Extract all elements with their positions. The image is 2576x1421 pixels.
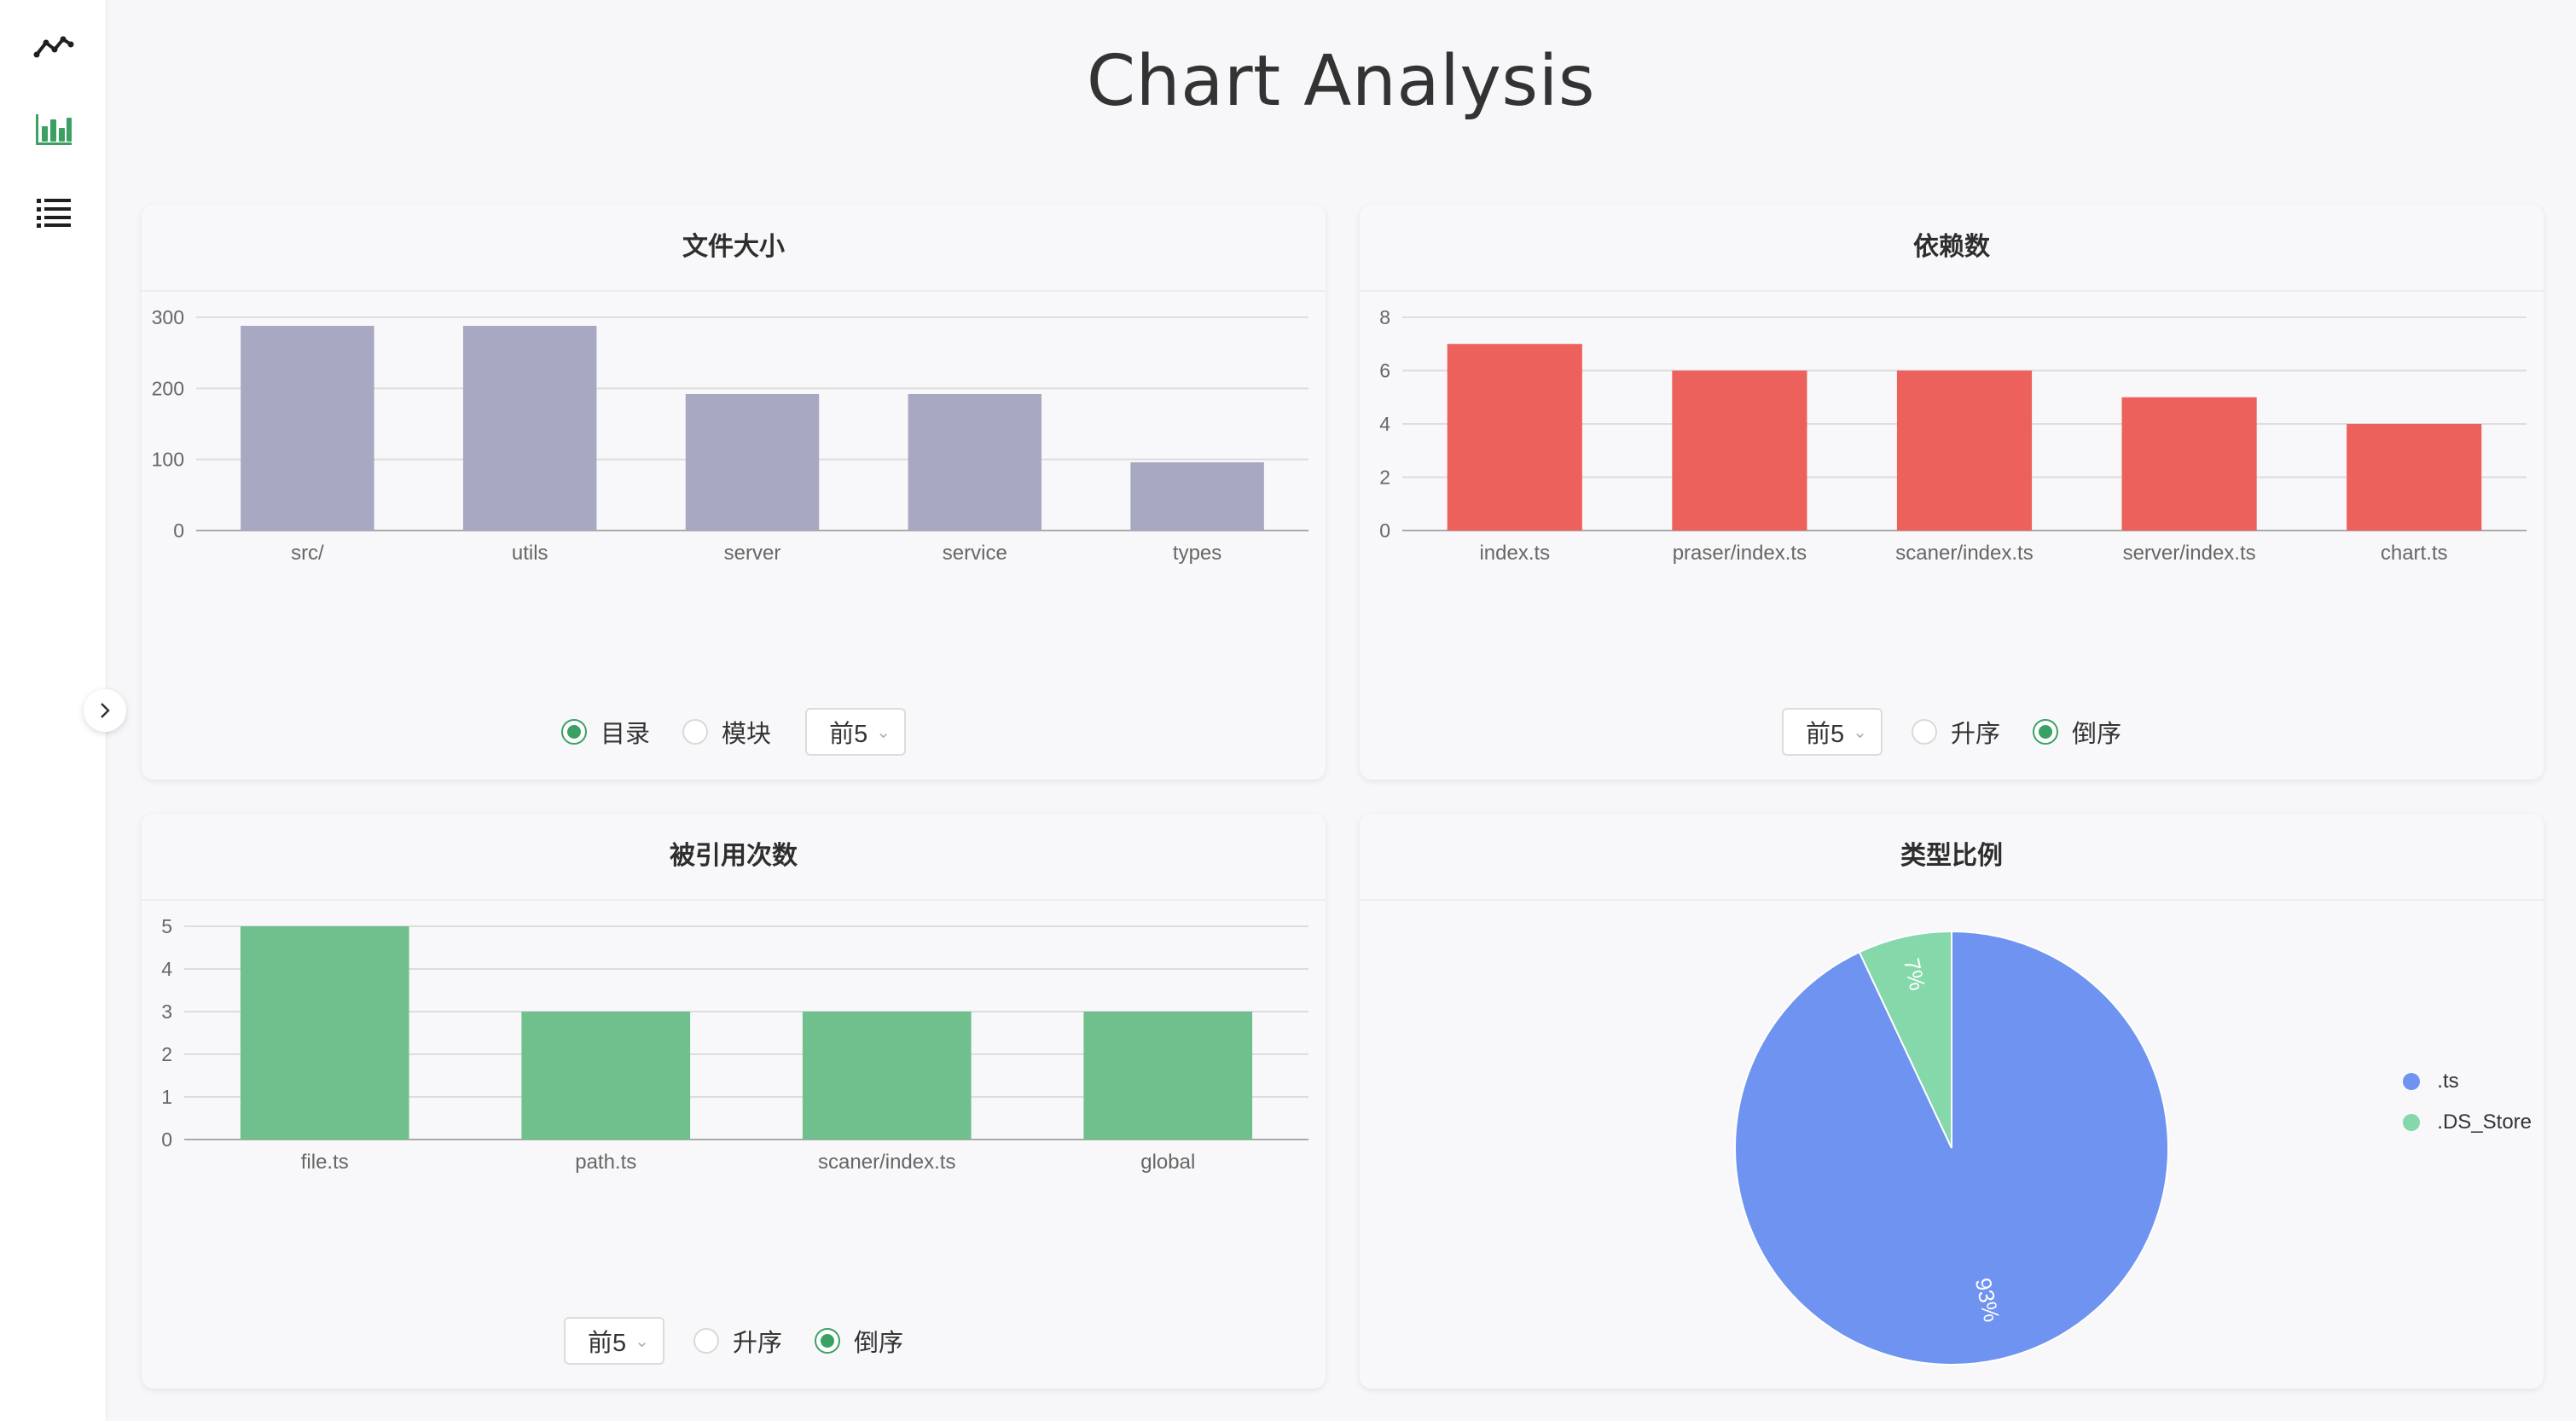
pie-legend: .ts .DS_Store xyxy=(2403,1061,2532,1143)
radio-label: 升序 xyxy=(1950,721,2000,748)
bar[interactable] xyxy=(2347,424,2482,531)
bar[interactable] xyxy=(240,926,409,1140)
radio-dot xyxy=(693,1328,719,1354)
radio-dot xyxy=(1911,719,1937,745)
x-tick-label: server xyxy=(724,542,781,565)
y-tick-label: 0 xyxy=(1379,519,1390,542)
x-tick-label: src/ xyxy=(291,542,324,565)
page-title: Chart Analysis xyxy=(1086,41,1596,122)
radio-ascending[interactable]: 升序 xyxy=(693,1323,782,1359)
x-tick-label: service xyxy=(943,542,1007,565)
radio-descending[interactable]: 倒序 xyxy=(2032,714,2121,750)
radio-descending[interactable]: 倒序 xyxy=(814,1323,903,1359)
legend-dot xyxy=(2403,1114,2421,1131)
x-tick-label: path.ts xyxy=(575,1151,636,1174)
radio-ascending[interactable]: 升序 xyxy=(1911,714,2000,750)
card-title: 文件大小 xyxy=(142,205,1326,292)
y-tick-label: 2 xyxy=(161,1043,172,1065)
chevron-down-icon: ⌄ xyxy=(635,1331,649,1351)
x-tick-label: scaner/index.ts xyxy=(1895,542,2033,565)
y-tick-label: 2 xyxy=(1379,467,1390,489)
legend-item-ds-store[interactable]: .DS_Store xyxy=(2403,1102,2532,1143)
y-tick-label: 300 xyxy=(152,306,184,328)
y-tick-label: 4 xyxy=(1379,413,1390,435)
radio-label: 倒序 xyxy=(2071,721,2121,748)
dependency-controls: 前5 ⌄ 升序 倒序 xyxy=(1360,708,2544,756)
top-n-select[interactable]: 前5 ⌄ xyxy=(805,708,906,756)
top-n-select[interactable]: 前5 ⌄ xyxy=(1782,708,1883,756)
list-icon[interactable] xyxy=(32,189,75,232)
x-tick-label: file.ts xyxy=(301,1151,349,1174)
bar[interactable] xyxy=(1083,1012,1253,1140)
chevron-down-icon: ⌄ xyxy=(1853,722,1867,742)
y-tick-label: 5 xyxy=(161,915,172,937)
x-tick-label: scaner/index.ts xyxy=(818,1151,955,1174)
x-tick-label: global xyxy=(1140,1151,1195,1174)
x-tick-label: utils xyxy=(512,542,548,565)
radio-directory[interactable]: 目录 xyxy=(561,714,650,750)
card-title: 类型比例 xyxy=(1360,814,2544,901)
bar[interactable] xyxy=(908,394,1042,531)
dependency-count-card: 依赖数 0 2 4 6 8 index.ts praser/index.ts scaner/i… xyxy=(1360,205,2544,780)
x-tick-label: praser/index.ts xyxy=(1673,542,1807,565)
bar[interactable] xyxy=(1447,344,1582,531)
bar[interactable] xyxy=(241,326,374,531)
bar[interactable] xyxy=(462,326,597,531)
x-tick-label: server/index.ts xyxy=(2123,542,2256,565)
radio-dot xyxy=(2032,719,2058,745)
line-chart-icon[interactable] xyxy=(32,24,75,67)
radio-label: 倒序 xyxy=(853,1330,903,1357)
chevron-down-icon: ⌄ xyxy=(876,722,891,742)
bar[interactable] xyxy=(1672,370,1807,531)
y-tick-label: 1 xyxy=(161,1086,172,1108)
reference-count-card: 被引用次数 0 1 2 3 4 5 file.ts path.ts scaner/index.t… xyxy=(142,814,1326,1389)
radio-label: 升序 xyxy=(732,1330,782,1357)
card-title: 被引用次数 xyxy=(142,814,1326,901)
y-tick-label: 4 xyxy=(161,958,172,980)
y-tick-label: 3 xyxy=(161,1000,172,1023)
radio-label: 目录 xyxy=(600,721,651,748)
file-size-card: 文件大小 0 100 200 300 src/utils server service typ… xyxy=(142,205,1326,780)
radio-dot xyxy=(561,719,588,745)
bar[interactable] xyxy=(1130,462,1264,531)
bar[interactable] xyxy=(685,394,820,531)
x-tick-label: types xyxy=(1173,542,1221,565)
radio-dot xyxy=(814,1328,840,1354)
chevron-right-icon xyxy=(101,703,110,718)
x-tick-label: index.ts xyxy=(1479,542,1550,565)
sidebar-collapse-button[interactable] xyxy=(84,689,126,732)
bar[interactable] xyxy=(2121,397,2257,531)
y-tick-label: 100 xyxy=(152,449,184,471)
y-tick-label: 0 xyxy=(161,1128,172,1151)
dependency-count-chart: 0 2 4 6 8 index.ts praser/index.ts scaner/index… xyxy=(1379,306,2527,565)
radio-module[interactable]: 模块 xyxy=(682,714,771,750)
bar[interactable] xyxy=(521,1012,691,1140)
legend-item-ts[interactable]: .ts xyxy=(2403,1061,2532,1102)
select-value: 前5 xyxy=(829,721,868,748)
x-tick-label: chart.ts xyxy=(2381,542,2448,565)
select-value: 前5 xyxy=(588,1330,627,1357)
bar-chart-icon[interactable] xyxy=(32,107,75,150)
select-value: 前5 xyxy=(1806,721,1845,748)
legend-label: .ts xyxy=(2437,1070,2459,1093)
type-ratio-card: 类型比例 93% 7% .ts .DS_Store xyxy=(1360,814,2544,1389)
file-size-chart: 0 100 200 300 src/utils server service types xyxy=(152,306,1308,565)
y-tick-label: 200 xyxy=(152,377,184,399)
bar[interactable] xyxy=(802,1012,972,1140)
file-size-controls: 目录 模块 前5 ⌄ xyxy=(142,708,1326,756)
legend-dot xyxy=(2403,1073,2421,1090)
y-tick-label: 8 xyxy=(1379,306,1390,328)
y-tick-label: 0 xyxy=(173,519,184,542)
top-n-select[interactable]: 前5 ⌄ xyxy=(564,1317,664,1365)
radio-dot xyxy=(682,719,709,745)
card-title: 依赖数 xyxy=(1360,205,2544,292)
reference-count-chart: 0 1 2 3 4 5 file.ts path.ts scaner/index.ts globa… xyxy=(161,915,1308,1174)
y-tick-label: 6 xyxy=(1379,360,1390,382)
type-ratio-pie-chart: 93%7% xyxy=(1734,930,2169,1366)
bar[interactable] xyxy=(1896,370,2033,531)
reference-controls: 前5 ⌄ 升序 倒序 xyxy=(142,1317,1326,1365)
legend-label: .DS_Store xyxy=(2437,1111,2532,1134)
radio-label: 模块 xyxy=(722,721,772,748)
